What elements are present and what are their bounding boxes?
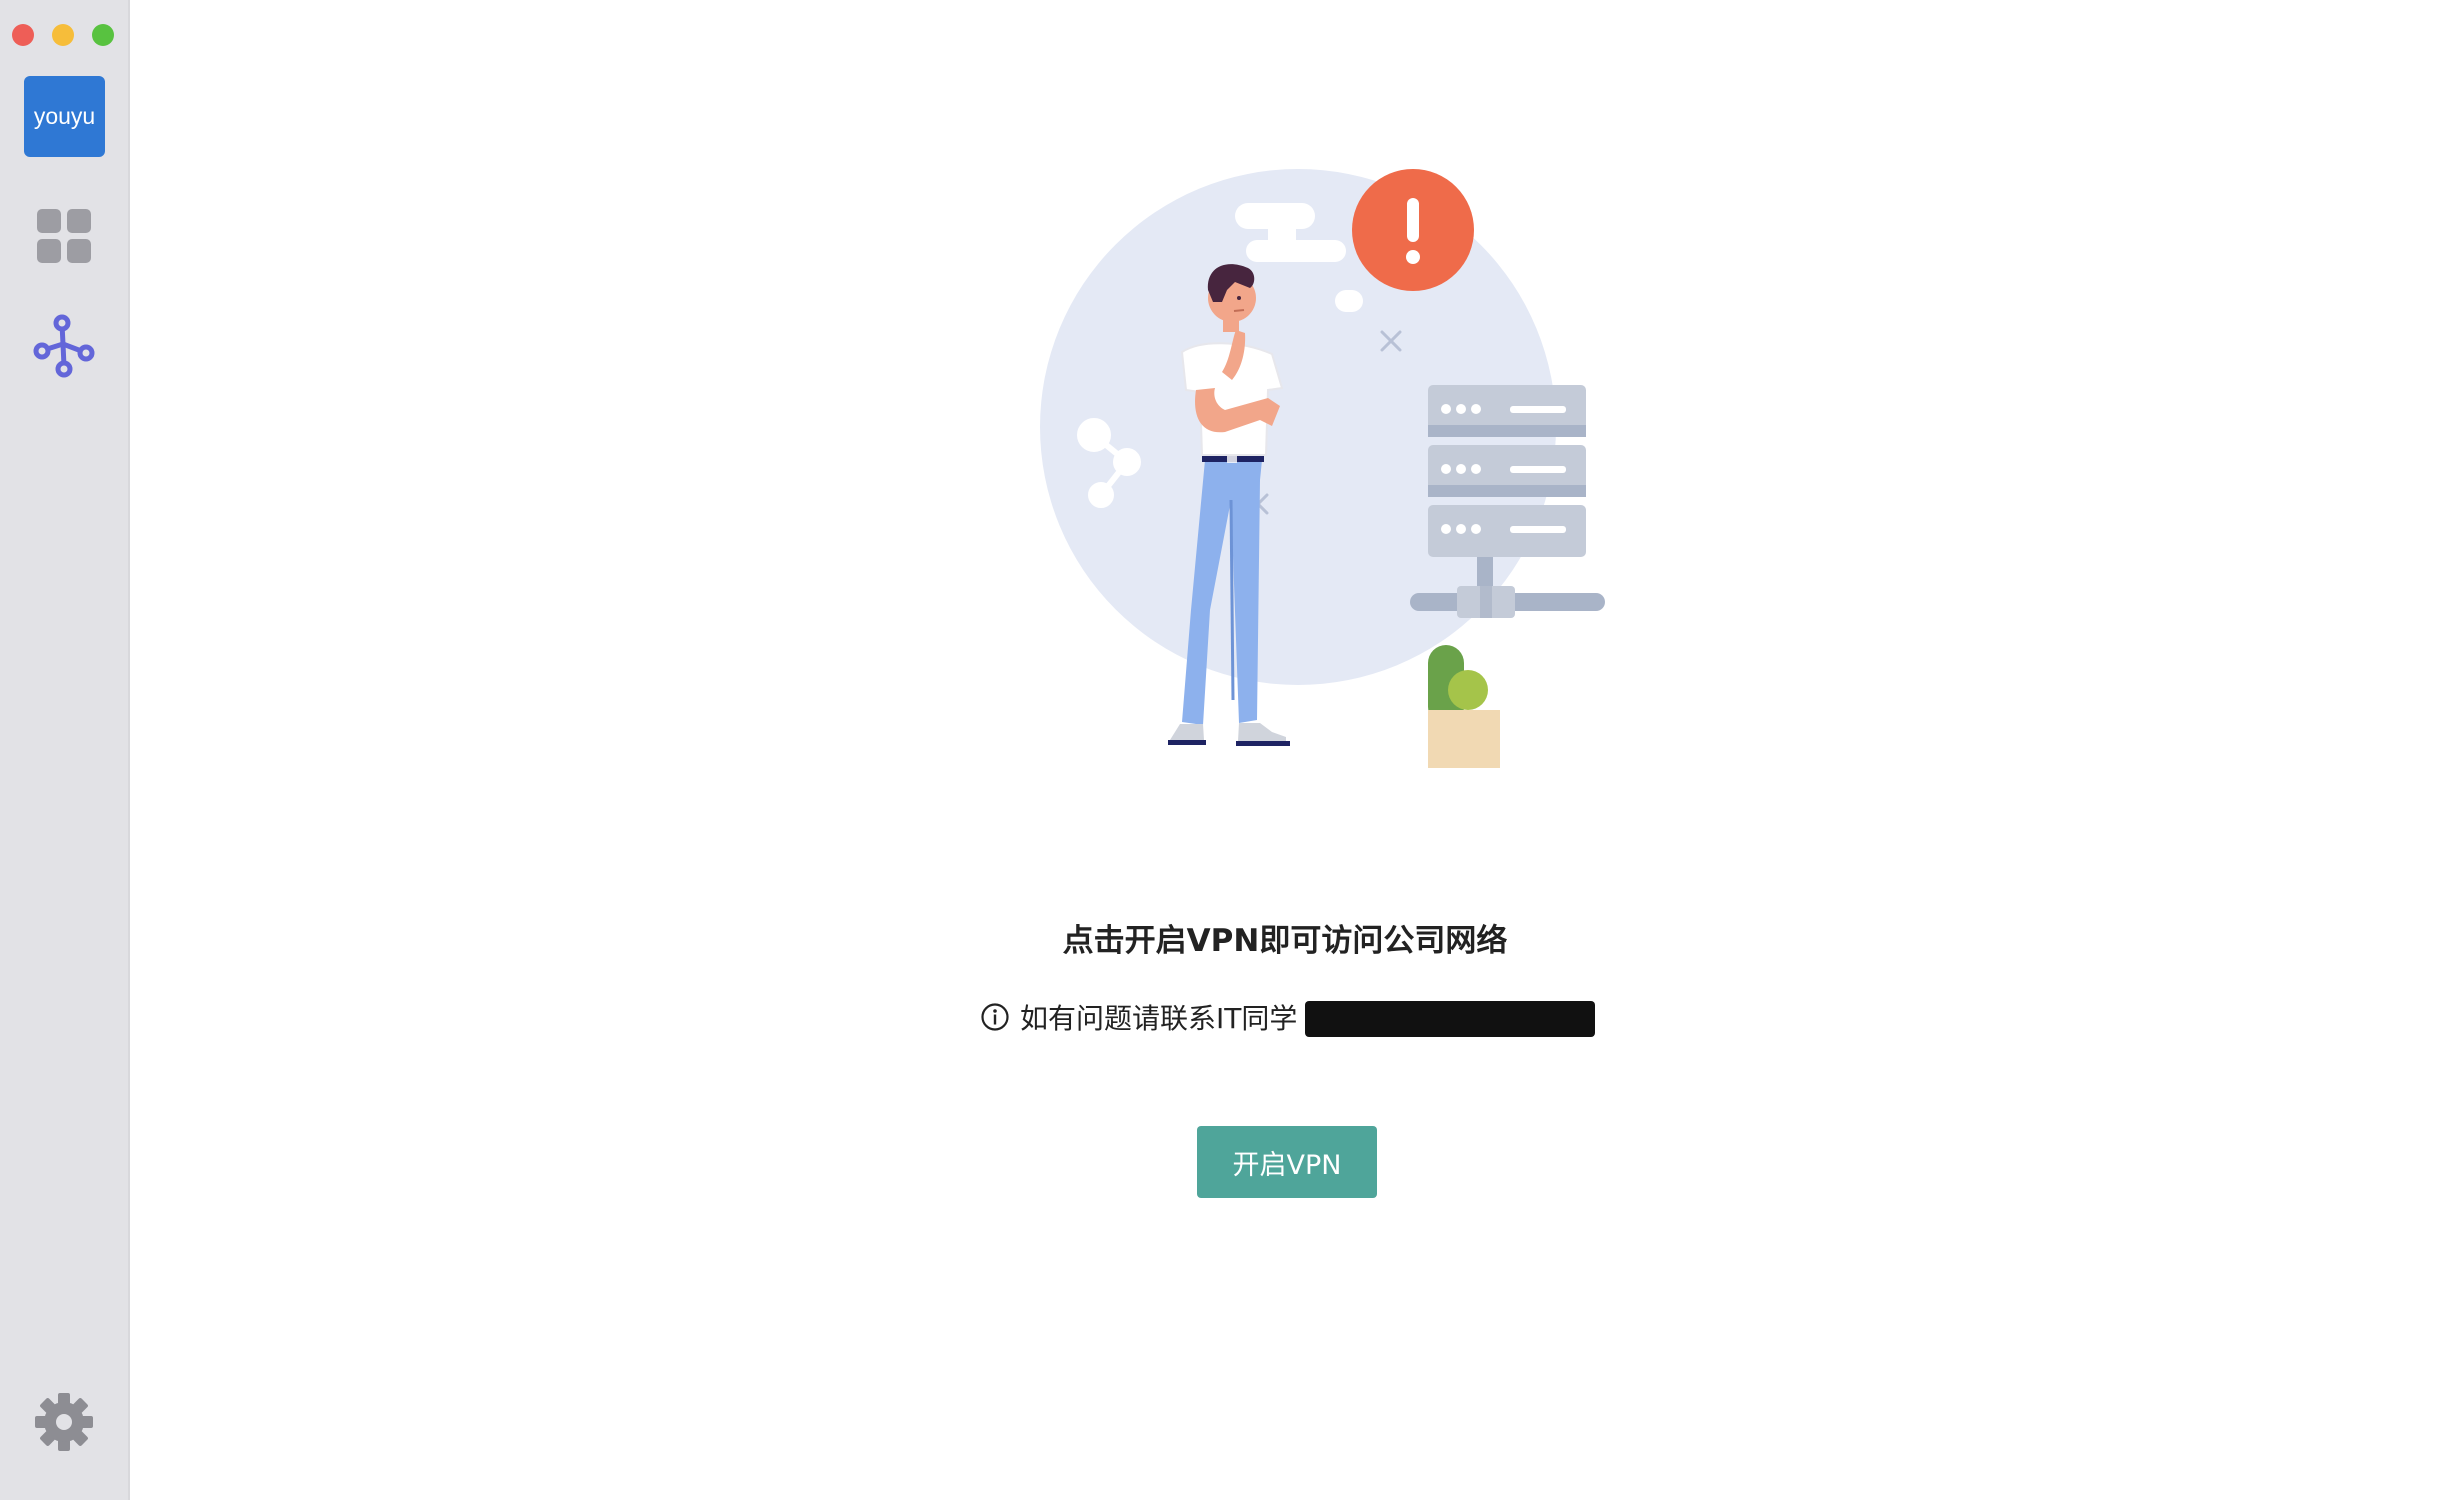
minimize-window-button[interactable] — [52, 24, 74, 46]
app-window: youyu 点击开启VPN即可访问公司网络 如有问题请联系IT同学 开启VPN — [0, 0, 2440, 1500]
zoom-window-button[interactable] — [92, 24, 114, 46]
contact-hint: 如有问题请联系IT同学 — [980, 995, 1596, 1039]
sidebar-item-network[interactable] — [32, 314, 96, 378]
app-logo: youyu — [24, 76, 105, 157]
alert-icon — [1352, 169, 1474, 291]
network-nodes-icon — [33, 314, 95, 378]
grid-icon — [37, 209, 91, 263]
gear-icon — [35, 1393, 93, 1451]
vpn-disconnected-illustration — [1040, 169, 1605, 768]
page-title: 点击开启VPN即可访问公司网络 — [1062, 923, 1508, 959]
enable-vpn-button[interactable]: 开启VPN — [1197, 1126, 1377, 1198]
sidebar: youyu — [0, 0, 130, 1500]
sidebar-item-apps[interactable] — [32, 204, 96, 268]
contact-hint-text: 如有问题请联系IT同学 — [1020, 1002, 1298, 1035]
redacted-contact-email — [1305, 1001, 1596, 1037]
app-logo-text: youyu — [33, 103, 96, 129]
main-content: 点击开启VPN即可访问公司网络 如有问题请联系IT同学 开启VPN — [130, 0, 2440, 1500]
close-window-button[interactable] — [12, 24, 34, 46]
settings-button[interactable] — [34, 1392, 94, 1452]
info-icon — [981, 1003, 1009, 1031]
